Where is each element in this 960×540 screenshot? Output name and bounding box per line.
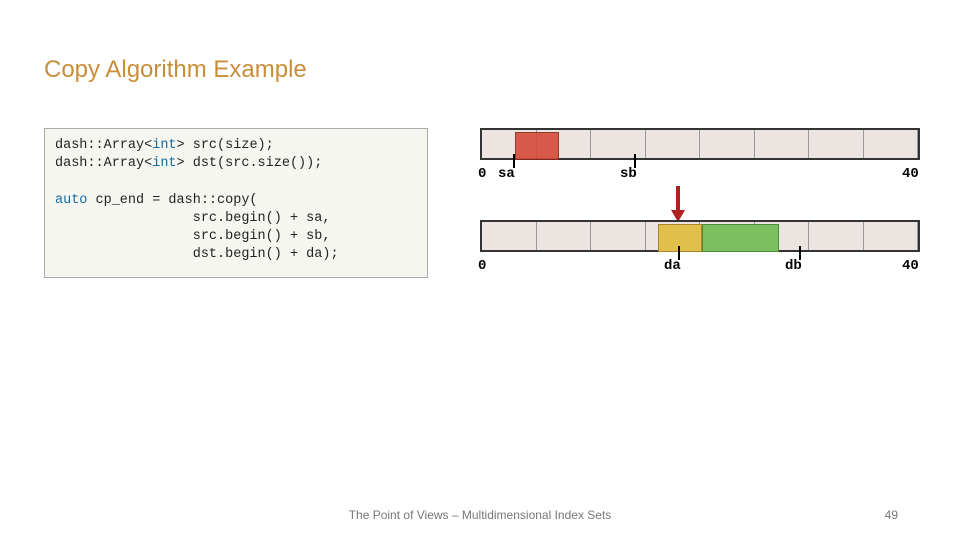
code-line: > src(size);	[177, 138, 274, 153]
array-diagram: 0 sa sb 40 0 da db 40	[480, 128, 920, 298]
label-src-0: 0	[478, 166, 486, 182]
slide-title: Copy Algorithm Example	[44, 56, 307, 84]
keyword-int: int	[152, 156, 176, 171]
code-line: > dst(src.size());	[177, 156, 323, 171]
array-cell	[809, 222, 864, 250]
array-cell	[864, 130, 919, 158]
label-src-40: 40	[902, 166, 919, 182]
array-cell	[646, 130, 701, 158]
code-line: dash::Array<	[55, 138, 152, 153]
label-db: db	[785, 258, 802, 274]
array-cell	[755, 130, 810, 158]
array-cell	[591, 130, 646, 158]
label-sb: sb	[620, 166, 637, 182]
dst-array	[480, 220, 920, 252]
keyword-int: int	[152, 138, 176, 153]
array-cell	[700, 130, 755, 158]
array-cell	[537, 222, 592, 250]
code-line: cp_end = dash::copy(	[87, 193, 257, 208]
dst-highlight-yellow	[658, 224, 702, 252]
label-dst-0: 0	[478, 258, 486, 274]
code-line: dst.begin() + da);	[55, 247, 339, 262]
array-cell	[482, 222, 537, 250]
src-array	[480, 128, 920, 160]
code-line: dash::Array<	[55, 156, 152, 171]
label-dst-40: 40	[902, 258, 919, 274]
footer-text: The Point of Views – Multidimensional In…	[0, 508, 960, 522]
keyword-auto: auto	[55, 193, 87, 208]
code-block: dash::Array<int> src(size); dash::Array<…	[44, 128, 428, 278]
array-cell	[809, 130, 864, 158]
page-number: 49	[885, 508, 898, 522]
dst-highlight-green	[702, 224, 779, 252]
label-da: da	[664, 258, 681, 274]
array-cell	[864, 222, 919, 250]
label-sa: sa	[498, 166, 515, 182]
array-cell	[591, 222, 646, 250]
copy-arrow-stem	[676, 186, 680, 212]
code-line: src.begin() + sb,	[55, 229, 330, 244]
code-line: src.begin() + sa,	[55, 211, 330, 226]
src-highlight-red	[515, 132, 559, 160]
